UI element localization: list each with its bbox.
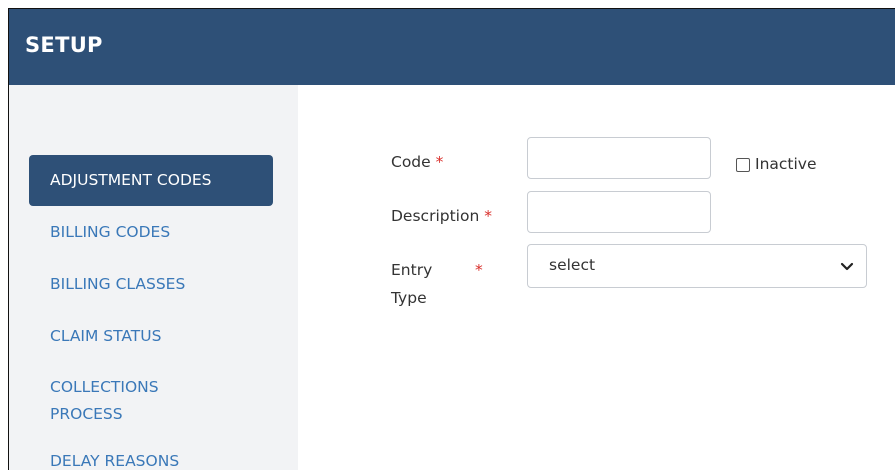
entry-type-selected-value: select (549, 256, 596, 274)
sidebar-item-collections-process[interactable]: COLLECTIONS PROCESS (29, 374, 209, 428)
inactive-label: Inactive (755, 155, 817, 173)
description-label-text: Description (391, 207, 480, 225)
inactive-checkbox[interactable] (736, 158, 750, 172)
description-input[interactable] (527, 191, 711, 233)
chevron-down-icon (840, 262, 854, 271)
entry-type-select[interactable]: select (527, 244, 867, 288)
code-required-mark: * (435, 153, 444, 171)
sidebar-item-billing-codes[interactable]: BILLING CODES (29, 218, 273, 246)
description-required-mark: * (484, 207, 492, 225)
code-input[interactable] (527, 137, 711, 179)
page-title: SETUP (25, 33, 103, 57)
code-label: Code * (391, 149, 443, 175)
entry-label: Entry (391, 261, 433, 279)
type-label: Type (391, 289, 427, 307)
entry-type-required-mark: * (475, 261, 483, 279)
description-label: Description * (391, 203, 492, 229)
sidebar-item-claim-status[interactable]: CLAIM STATUS (29, 322, 273, 350)
page-header: SETUP (9, 9, 895, 85)
sidebar-item-adjustment-codes[interactable]: ADJUSTMENT CODES (29, 155, 273, 206)
code-label-text: Code (391, 153, 431, 171)
sidebar-item-delay-reasons[interactable]: DELAY REASONS (29, 447, 273, 470)
sidebar-item-billing-classes[interactable]: BILLING CLASSES (29, 270, 273, 298)
app-frame: SETUP ADJUSTMENT CODES BILLING CODES BIL… (8, 8, 895, 470)
sidebar-nav: ADJUSTMENT CODES BILLING CODES BILLING C… (9, 85, 298, 470)
